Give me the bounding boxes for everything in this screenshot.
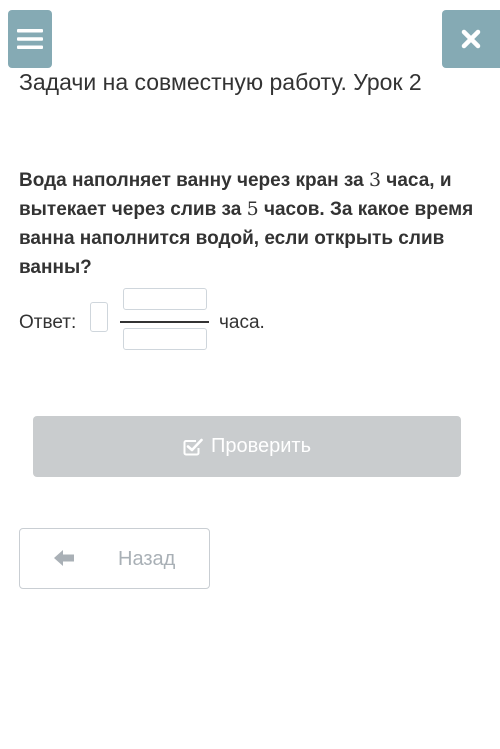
back-button-label: Назад bbox=[118, 548, 176, 570]
question-number: 3 bbox=[368, 169, 382, 191]
whole-part-input[interactable] bbox=[90, 302, 108, 332]
question-number: 5 bbox=[246, 198, 259, 220]
check-button-label: Проверить bbox=[210, 435, 312, 457]
menu-button[interactable] bbox=[8, 10, 52, 68]
answer-row: Ответ: часа. bbox=[19, 288, 481, 350]
unit-label: часа. bbox=[219, 312, 265, 333]
numerator-input[interactable] bbox=[123, 288, 207, 310]
denominator-input[interactable] bbox=[123, 328, 207, 350]
question-text: Вода наполняет ванну через кран за 3 час… bbox=[19, 166, 481, 282]
checkbox-check-icon bbox=[183, 438, 203, 455]
close-x-icon bbox=[461, 29, 481, 49]
hamburger-menu-icon bbox=[17, 29, 43, 49]
fraction-line bbox=[120, 321, 209, 323]
back-button[interactable]: Назад bbox=[19, 528, 210, 589]
answer-label: Ответ: bbox=[19, 312, 77, 333]
page: Задачи на совместную работу. Урок 2 Вода… bbox=[0, 0, 500, 749]
page-title: Задачи на совместную работу. Урок 2 bbox=[19, 69, 422, 95]
check-button[interactable]: Проверить bbox=[33, 416, 461, 477]
arrow-left-icon bbox=[54, 550, 74, 566]
question-part: Вода наполняет ванну через кран за bbox=[19, 170, 369, 191]
close-button[interactable] bbox=[442, 10, 500, 68]
